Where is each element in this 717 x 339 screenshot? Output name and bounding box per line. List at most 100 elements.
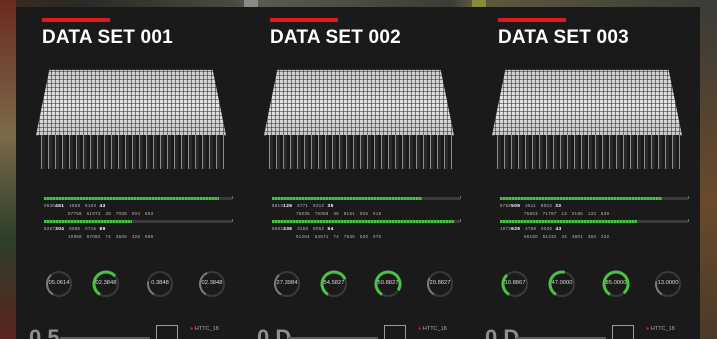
gauge-value: 47.0000 [551, 280, 573, 286]
heatsink-render-image [36, 65, 226, 169]
progress-bar-1 [272, 197, 460, 200]
data-value-highlight: 509 [511, 204, 521, 209]
gauge-4: 13.0000 [653, 269, 683, 299]
gauge-3: 85.0000 [601, 269, 631, 299]
data-value: 8823 [540, 203, 552, 208]
data-value: 75035 [296, 211, 310, 216]
gauge-value: 02.3848 [95, 280, 117, 286]
data-value-highlight: 43 [555, 227, 562, 232]
data-value: 5104 [85, 203, 97, 208]
data-set-panel-1: DATA SET 001 ı 0930461 1858 5104 43 0775… [16, 7, 244, 339]
tag-text: HTTC_18 [650, 326, 675, 332]
data-value: 663 [145, 211, 154, 216]
gauge-value: 02.3848 [201, 280, 223, 286]
background-strip-right [700, 0, 717, 339]
panel-title: DATA SET 002 [270, 27, 401, 48]
bottom-readout: 0.D [485, 325, 520, 339]
data-row-1: 0930461 1858 5104 43 [44, 203, 106, 209]
data-value: 01264 [296, 234, 310, 239]
gauge-2: 47.0000 [547, 269, 577, 299]
red-dot-icon: ● [418, 326, 422, 332]
data-value: 8052 [313, 226, 325, 231]
data-value: 426 [131, 234, 141, 239]
data-value: 639 [601, 211, 610, 216]
tag-label: ● HTTC_18 [418, 326, 447, 332]
gauge-value: 20.8827 [429, 280, 451, 286]
data-value: 4611 [525, 203, 537, 208]
gauge-value: 10.8867 [504, 280, 526, 286]
heatsink-render-image [492, 65, 682, 169]
data-value: 8151 [343, 211, 356, 216]
gauge-2: 02.3848 [91, 269, 121, 299]
progress-bar-1 [44, 197, 232, 200]
data-value: 6758 [500, 203, 512, 208]
data-value: 51232 [542, 234, 557, 239]
progress-fill-2 [272, 220, 455, 223]
progress-fill-2 [44, 220, 133, 223]
bar-end-mark: ı [460, 218, 462, 224]
progress-fill-1 [500, 197, 662, 200]
data-row-1b: 75035 76058 36 8151 006 015 [296, 211, 381, 216]
bottom-readout: 0.D [257, 325, 292, 339]
tag-label: ● HTTC_18 [190, 326, 219, 332]
data-value: 10958 [68, 234, 82, 239]
data-row-2b: 01264 54571 74 7535 630 070 [296, 234, 381, 239]
data-row-2b: 10958 57082 74 3506 426 669 [68, 234, 153, 239]
heatsink-fins [38, 135, 224, 169]
bar-end-mark: ı [232, 195, 234, 201]
data-value: 68150 [524, 234, 538, 239]
data-value: 0930 [44, 203, 56, 208]
data-value: 1858 [69, 203, 81, 208]
data-value: 13 [561, 211, 568, 216]
data-value: 75663 [524, 211, 538, 216]
progress-fill-1 [44, 197, 219, 200]
data-value: 5387 [44, 226, 56, 231]
data-value: 39 [105, 211, 112, 216]
heatsink-render-image [264, 65, 454, 169]
data-value: 5993 [272, 226, 284, 231]
progress-bar-2 [272, 220, 460, 223]
gauge-4: 20.8827 [425, 269, 455, 299]
data-value: 004 [131, 211, 141, 216]
data-value-highlight: 69 [99, 227, 106, 232]
data-value: 070 [373, 234, 382, 239]
bar-end-mark: ı [232, 218, 234, 224]
data-value: 34 [561, 234, 568, 239]
data-value: 71787 [542, 211, 557, 216]
data-set-panel-2: DATA SET 002 ı 5813126 5771 9212 35 7503… [244, 7, 472, 339]
data-value: 015 [373, 211, 382, 216]
data-value: 7008 [115, 211, 128, 216]
bar-end-mark: ı [688, 195, 690, 201]
data-value: 74 [333, 234, 340, 239]
gauge-value: 13.0000 [657, 280, 679, 286]
data-value: 54571 [314, 234, 329, 239]
data-value: 51873 [86, 211, 101, 216]
data-value: 7535 [343, 234, 356, 239]
data-set-panel-3: DATA SET 003 ı 6758509 4611 8823 33 7566… [472, 7, 700, 339]
data-value-highlight: 304 [55, 227, 65, 232]
data-value: 1972 [500, 226, 512, 231]
bracket-icon [384, 325, 406, 339]
gauge-value: 05.0614 [48, 280, 70, 286]
tag-text: HTTC_18 [422, 326, 447, 332]
data-value-highlight: 33 [555, 204, 562, 209]
gauge-value: 54.5827 [323, 280, 345, 286]
accent-red-bar [42, 18, 110, 22]
data-value: 669 [145, 234, 154, 239]
data-value-highlight: 461 [55, 204, 65, 209]
data-value-highlight: 336 [283, 227, 293, 232]
data-row-2: 5993336 3158 8052 54 [272, 226, 334, 232]
data-value: 3506 [115, 234, 128, 239]
progress-fill-2 [500, 220, 638, 223]
data-value: 0196 [571, 211, 584, 216]
bracket-icon [156, 325, 178, 339]
data-value: 9212 [313, 203, 325, 208]
data-value: 8085 [69, 226, 81, 231]
data-value-highlight: 35 [327, 204, 334, 209]
red-dot-icon: ● [646, 326, 650, 332]
gauge-2: 54.5827 [319, 269, 349, 299]
gauge-1: 10.8867 [500, 269, 530, 299]
gauge-value: 50.8827 [377, 280, 399, 286]
gauge-value: 85.0000 [605, 280, 627, 286]
data-value: 006 [359, 211, 369, 216]
